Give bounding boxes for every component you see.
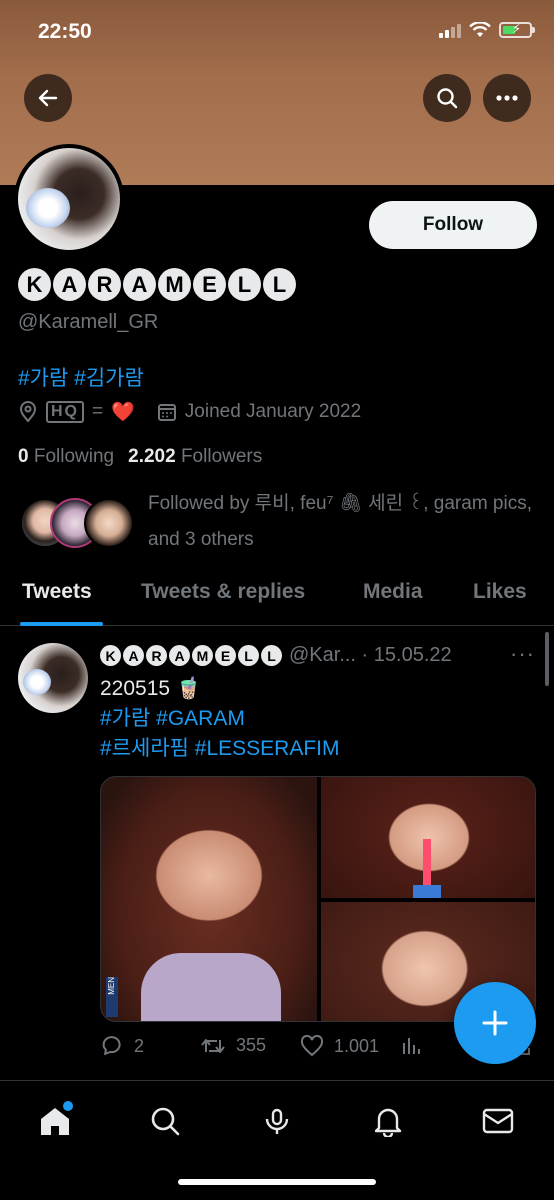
display-name-letter: R	[88, 268, 121, 301]
tweet-hashtags[interactable]: #가람 #GARAM	[100, 704, 340, 734]
calendar-icon	[157, 404, 176, 421]
retweet-button[interactable]: 355	[200, 1035, 266, 1056]
follow-stats: 0 Following 2.202 Followers	[18, 446, 262, 468]
arrow-left-icon	[38, 89, 58, 107]
home-indicator[interactable]	[178, 1179, 376, 1185]
tweet-media-grid[interactable]: MEN	[100, 776, 536, 1022]
followers-count: 2.202	[128, 446, 176, 467]
location-boxed-text: HQ	[46, 401, 84, 423]
profile-tabs: Tweets Tweets & replies Media Likes	[0, 570, 554, 626]
nav-home[interactable]	[35, 1101, 75, 1141]
location-equals: =	[92, 401, 104, 422]
profile-bio-hashtags[interactable]: #가람 #김가람	[18, 362, 144, 392]
tab-likes[interactable]: Likes	[473, 580, 527, 604]
display-name-letter: E	[193, 268, 226, 301]
search-icon	[437, 88, 458, 109]
tweet-name-letter: A	[169, 645, 190, 666]
status-icons: ⚡	[439, 21, 535, 38]
battery-icon: ⚡	[499, 21, 535, 38]
display-name-letter: L	[228, 268, 261, 301]
display-name: K A R A M E L L	[18, 268, 296, 301]
heart-emoji: ❤️	[111, 402, 135, 423]
status-bar: 22:50 ⚡	[0, 18, 554, 48]
analytics-icon	[403, 1038, 420, 1054]
back-button[interactable]	[24, 74, 72, 122]
notification-dot	[63, 1101, 73, 1111]
tweet-avatar[interactable]	[18, 643, 88, 713]
following-label: Following	[33, 446, 115, 467]
display-name-letter: A	[53, 268, 86, 301]
followers-label: Followers	[180, 446, 263, 467]
display-name-letter: A	[123, 268, 156, 301]
search-button[interactable]	[423, 74, 471, 122]
like-count: 1.001	[334, 1035, 380, 1056]
tweet-hashtags[interactable]: #르세라핌 #LESSERAFIM	[100, 734, 340, 764]
spaces-icon	[265, 1108, 289, 1134]
tweet-handle-date: @Kar... · 15.05.22	[289, 644, 452, 666]
tweet-name-letter: M	[192, 645, 213, 666]
retweet-count: 355	[236, 1035, 267, 1055]
following-link[interactable]: 0 Following	[18, 446, 114, 468]
more-horizontal-icon	[496, 95, 518, 101]
nav-spaces[interactable]	[257, 1101, 297, 1141]
plus-icon	[482, 1010, 508, 1036]
follow-button[interactable]: Follow	[369, 201, 537, 249]
followed-by-avatars[interactable]	[20, 498, 140, 550]
cellular-signal-icon	[439, 22, 461, 38]
profile-avatar[interactable]	[14, 144, 124, 254]
tweet-name-letter: K	[100, 645, 121, 666]
like-button[interactable]: 1.001	[300, 1035, 379, 1057]
active-tab-indicator	[20, 622, 103, 626]
location-pin-icon	[19, 401, 37, 423]
nav-notifications[interactable]	[368, 1101, 408, 1141]
display-name-letter: L	[263, 268, 296, 301]
nav-messages[interactable]	[478, 1101, 518, 1141]
joined-date: Joined January 2022	[184, 401, 362, 422]
avatar	[84, 498, 134, 548]
analytics-button[interactable]	[402, 1035, 422, 1055]
tweet-name-letter: R	[146, 645, 167, 666]
retweet-icon	[201, 1038, 225, 1053]
reply-button[interactable]: 2	[100, 1035, 144, 1057]
media-label: MEN	[106, 977, 118, 1017]
tweet-name-letter: A	[123, 645, 144, 666]
following-count: 0	[18, 446, 29, 467]
tab-tweets[interactable]: Tweets	[22, 580, 92, 604]
display-name-letter: K	[18, 268, 51, 301]
tweet-name-letter: L	[261, 645, 282, 666]
tweet-name-letter: L	[238, 645, 259, 666]
profile-meta: HQ = ❤️ Joined January 2022	[18, 400, 361, 424]
tweet-text: 220515 🧋 #가람 #GARAM #르세라핌 #LESSERAFIM	[100, 674, 340, 764]
tab-tweets-replies[interactable]: Tweets & replies	[141, 580, 305, 604]
compose-tweet-button[interactable]	[454, 982, 536, 1064]
display-name-letter: M	[158, 268, 191, 301]
heart-icon	[300, 1035, 324, 1057]
reply-icon	[102, 1036, 121, 1055]
tweet-line: 220515 🧋	[100, 677, 203, 700]
tweet-more-button[interactable]: ···	[510, 641, 535, 667]
notifications-icon	[374, 1108, 402, 1137]
followed-by-text[interactable]: Followed by 루비, feu⁷ 🖇 세린 ꒰, garam pics,…	[148, 486, 543, 558]
status-time: 22:50	[38, 20, 92, 43]
tweet-photo[interactable]	[321, 777, 535, 898]
tweet-photo[interactable]: MEN	[101, 777, 317, 1021]
nav-explore[interactable]	[145, 1101, 185, 1141]
tweet-name-letter: E	[215, 645, 236, 666]
messages-icon	[482, 1108, 514, 1134]
tab-media[interactable]: Media	[363, 580, 423, 604]
scrollbar[interactable]	[545, 632, 549, 686]
followers-link[interactable]: 2.202 Followers	[128, 446, 262, 468]
more-button[interactable]	[483, 74, 531, 122]
tweet-header: K A R A M E L L @Kar... · 15.05.22	[100, 644, 452, 667]
wifi-icon	[469, 22, 491, 37]
profile-handle: @Karamell_GR	[18, 311, 159, 333]
reply-count: 2	[134, 1035, 145, 1056]
search-icon	[151, 1107, 180, 1136]
